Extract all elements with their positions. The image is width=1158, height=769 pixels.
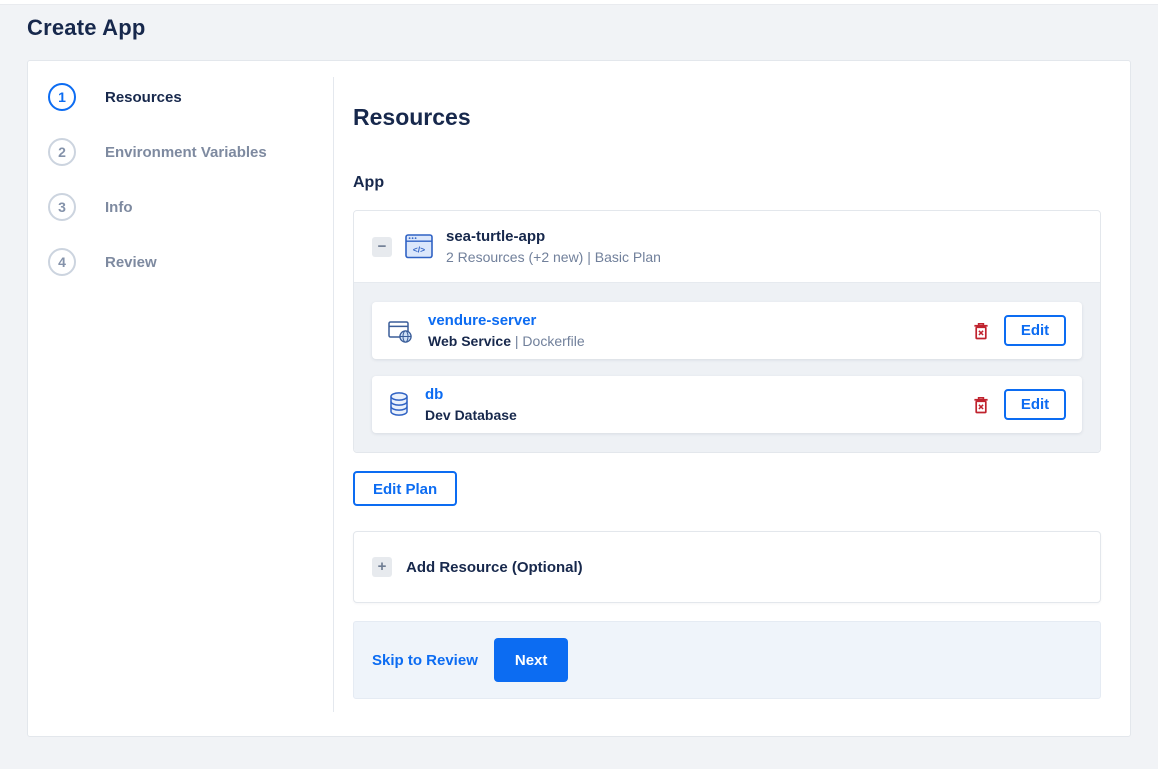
wizard-footer: Skip to Review Next (353, 621, 1101, 699)
resource-row: db Dev Database Edit (372, 376, 1082, 433)
resource-text-block: db Dev Database (425, 386, 517, 423)
resource-name-link[interactable]: db (425, 386, 443, 403)
resource-source: | Dockerfile (514, 333, 585, 349)
step-label: Resources (105, 88, 182, 106)
web-service-icon (388, 318, 413, 344)
next-button[interactable]: Next (493, 638, 569, 682)
stepper-item-review[interactable]: 4 Review (28, 248, 334, 276)
page-title: Create App (27, 15, 146, 40)
delete-resource-button[interactable] (971, 394, 991, 416)
step-number: 1 (48, 83, 76, 111)
resource-type: Dev Database (425, 407, 517, 423)
resource-type: Web Service (428, 333, 512, 349)
resources-heading: Resources (353, 104, 471, 130)
add-resource-button[interactable]: + Add Resource (Optional) (353, 531, 1101, 603)
step-number: 3 (48, 193, 76, 221)
edit-plan-button[interactable]: Edit Plan (353, 471, 458, 506)
resource-list: vendure-server Web Service | Dockerfile … (354, 282, 1100, 452)
app-window-code-icon: </> (405, 234, 433, 259)
stepper-item-info[interactable]: 3 Info (28, 193, 334, 221)
svg-text:</>: </> (413, 244, 425, 254)
wizard-stepper: 1 Resources 2 Environment Variables 3 In… (28, 61, 334, 736)
delete-resource-button[interactable] (971, 320, 991, 342)
step-label: Review (105, 253, 157, 271)
edit-resource-button[interactable]: Edit (1004, 315, 1066, 346)
plus-icon: + (372, 557, 392, 577)
step-label: Info (105, 198, 133, 216)
create-app-panel: 1 Resources 2 Environment Variables 3 In… (27, 60, 1131, 737)
collapse-app-button[interactable]: − (372, 236, 392, 257)
stepper-item-environment-variables[interactable]: 2 Environment Variables (28, 138, 334, 166)
app-summary: 2 Resources (+2 new) | Basic Plan (446, 249, 661, 265)
database-icon (388, 391, 410, 418)
stepper-item-resources[interactable]: 1 Resources (28, 83, 334, 111)
app-card: − </> sea-turtle-app 2 Resources (+2 new… (353, 210, 1101, 453)
step-number: 2 (48, 138, 76, 166)
resource-actions: Edit (971, 389, 1066, 420)
resource-name-link[interactable]: vendure-server (428, 312, 536, 329)
edit-resource-button[interactable]: Edit (1004, 389, 1066, 420)
add-resource-label: Add Resource (Optional) (406, 558, 583, 576)
resource-text-block: vendure-server Web Service | Dockerfile (428, 312, 585, 349)
main-content: Resources App − </> sea-turtle-app 2 Res… (334, 61, 1130, 736)
step-number: 4 (48, 248, 76, 276)
app-name: sea-turtle-app (446, 228, 546, 245)
app-section-label: App (353, 174, 385, 191)
resource-subtitle: Dev Database (425, 407, 517, 423)
resource-actions: Edit (971, 315, 1066, 346)
app-card-header: − </> sea-turtle-app 2 Resources (+2 new… (354, 211, 1100, 282)
app-title-block: sea-turtle-app 2 Resources (+2 new) | Ba… (446, 228, 661, 265)
step-label: Environment Variables (105, 143, 267, 161)
top-bar (0, 0, 1158, 5)
resource-subtitle: Web Service | Dockerfile (428, 333, 585, 349)
skip-to-review-link[interactable]: Skip to Review (372, 652, 478, 669)
resource-row: vendure-server Web Service | Dockerfile … (372, 302, 1082, 359)
